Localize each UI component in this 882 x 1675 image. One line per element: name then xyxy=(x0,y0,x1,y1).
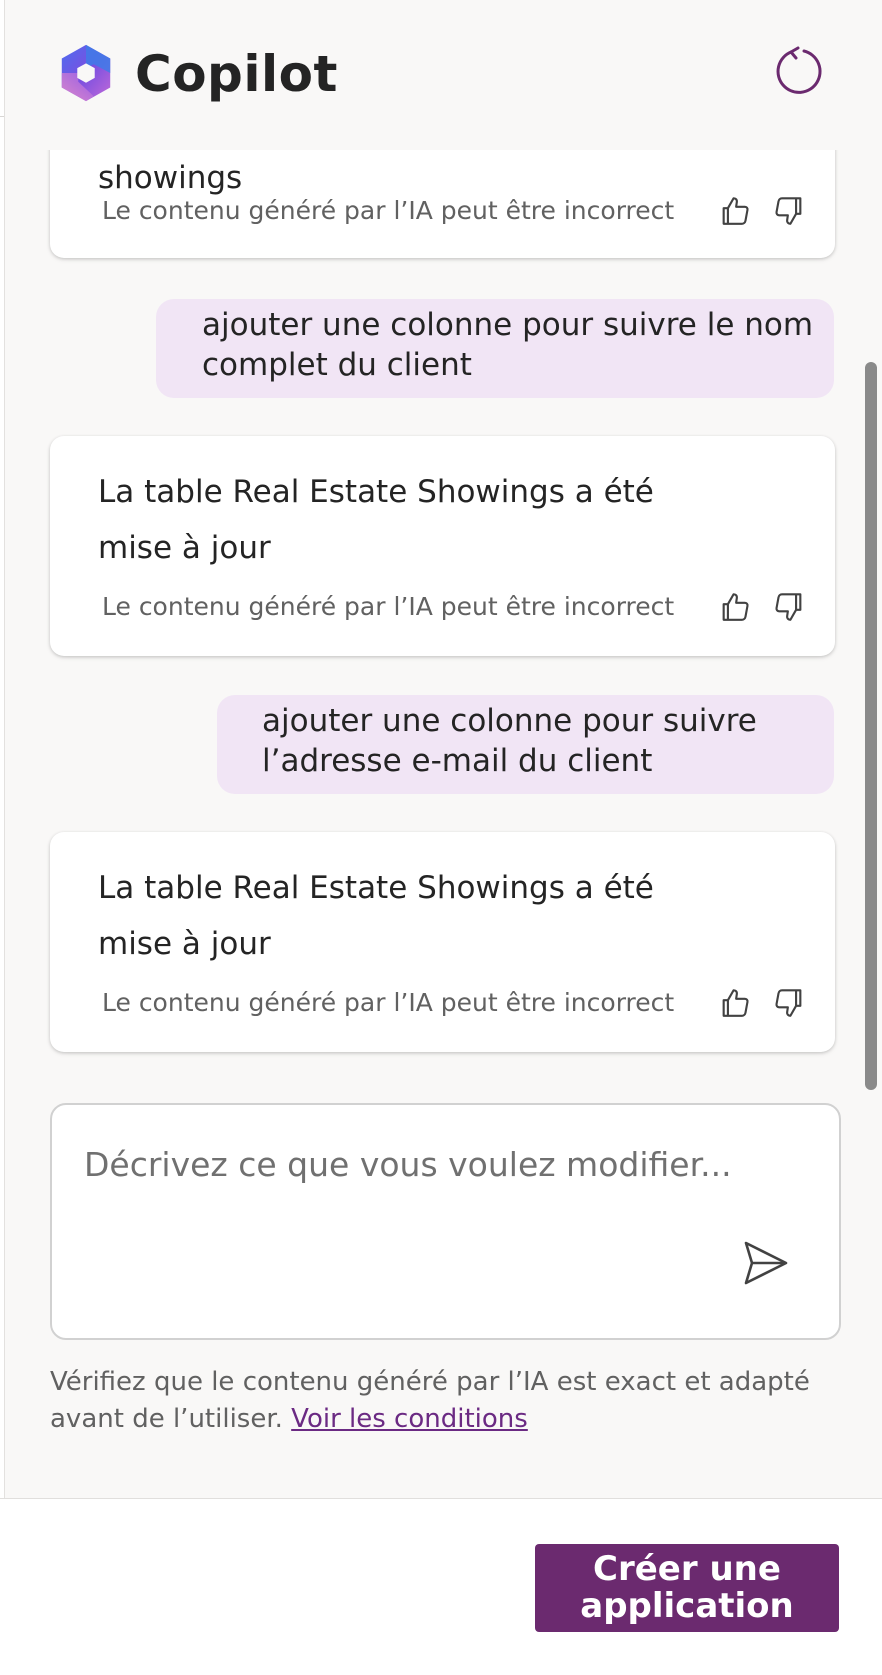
bottom-action-bar: Créer une application xyxy=(0,1498,882,1675)
thumbs-up-icon[interactable] xyxy=(718,590,752,624)
panel-header: Copilot xyxy=(5,0,882,150)
copilot-logo-icon xyxy=(61,44,111,102)
copilot-panel: showings Le contenu généré par l’IA peut… xyxy=(4,0,882,1498)
thumbs-up-icon[interactable] xyxy=(718,986,752,1020)
ai-disclaimer: Le contenu généré par l’IA peut être inc… xyxy=(102,592,675,621)
conversation-area: showings Le contenu généré par l’IA peut… xyxy=(5,0,882,1080)
thumbs-down-icon[interactable] xyxy=(772,986,806,1020)
thumbs-up-icon[interactable] xyxy=(718,194,752,228)
thumbs-down-icon[interactable] xyxy=(772,590,806,624)
assistant-message: La table Real Estate Showings a été mise… xyxy=(50,436,835,656)
create-app-button[interactable]: Créer une application xyxy=(535,1544,839,1632)
composer-box xyxy=(50,1103,841,1340)
assistant-message-text: La table Real Estate Showings a été mise… xyxy=(98,474,654,566)
user-message: ajouter une colonne pour suivre l’adress… xyxy=(217,695,834,794)
send-icon[interactable] xyxy=(740,1237,792,1289)
assistant-message-text: La table Real Estate Showings a été mise… xyxy=(98,870,654,962)
view-terms-link[interactable]: Voir les conditions xyxy=(291,1404,528,1434)
refresh-icon[interactable] xyxy=(771,46,823,98)
message-input[interactable] xyxy=(82,1133,786,1195)
ai-disclaimer: Le contenu généré par l’IA peut être inc… xyxy=(102,196,675,225)
ai-disclaimer: Le contenu généré par l’IA peut être inc… xyxy=(102,988,675,1017)
conversation-scrollbar[interactable] xyxy=(865,362,877,1090)
ai-verification-note: Vérifiez que le contenu généré par l’IA … xyxy=(50,1364,830,1438)
user-message: ajouter une colonne pour suivre le nom c… xyxy=(156,299,834,398)
panel-title: Copilot xyxy=(135,45,338,103)
thumbs-down-icon[interactable] xyxy=(772,194,806,228)
assistant-message: La table Real Estate Showings a été mise… xyxy=(50,832,835,1052)
